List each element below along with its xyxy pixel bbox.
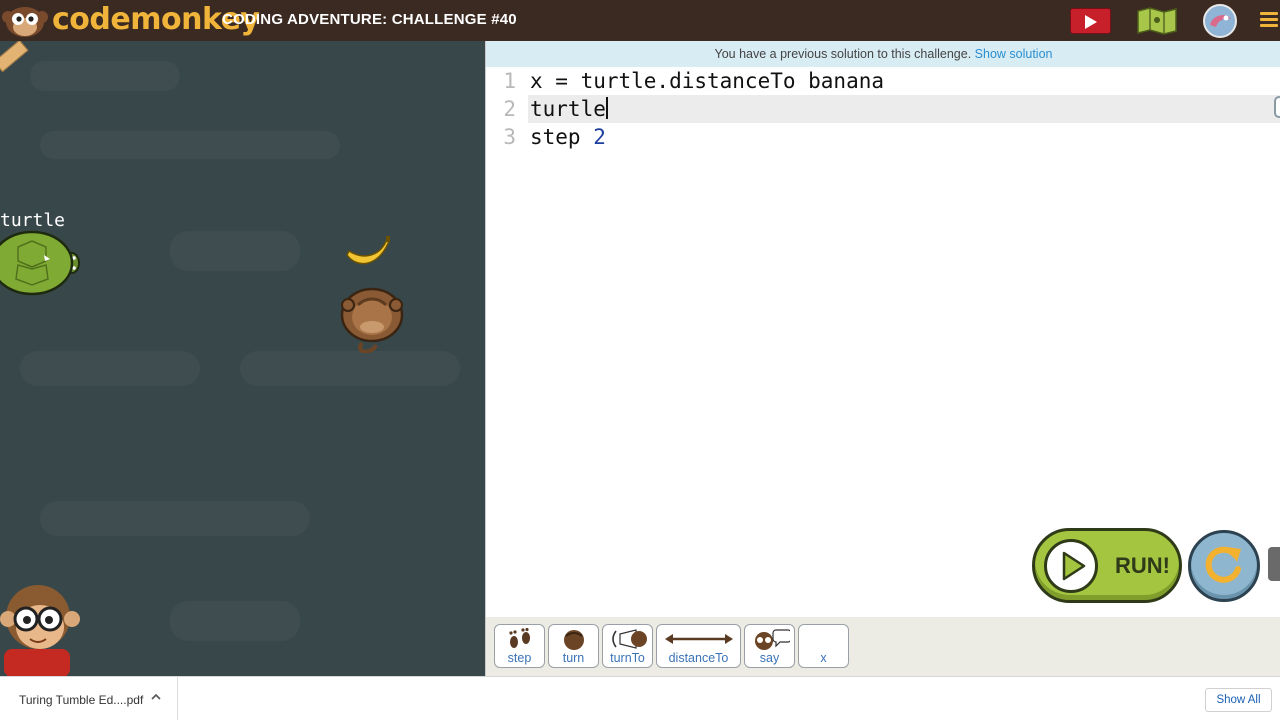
map-icon bbox=[1137, 7, 1177, 35]
editor-scroll-handle[interactable] bbox=[1274, 96, 1280, 118]
guide-character-icon bbox=[0, 585, 80, 676]
challenge-title: CODING ADVENTURE: CHALLENGE #40 bbox=[222, 11, 517, 28]
chevron-up-icon[interactable] bbox=[150, 691, 162, 703]
monkey-head-icon bbox=[563, 630, 584, 650]
video-button[interactable] bbox=[1070, 8, 1111, 34]
download-item[interactable]: Turing Tumble Ed....pdf bbox=[0, 677, 178, 720]
banana-icon bbox=[346, 236, 390, 265]
download-file-name: Turing Tumble Ed....pdf bbox=[19, 693, 144, 707]
code-editor[interactable]: You have a previous solution to this cha… bbox=[485, 41, 1280, 617]
menu-button[interactable] bbox=[1260, 9, 1280, 33]
notice-text: You have a previous solution to this cha… bbox=[714, 47, 975, 61]
code-text: x = turtle.distanceTo banana bbox=[530, 69, 885, 93]
code-text: step bbox=[530, 125, 594, 149]
command-label: turn bbox=[562, 651, 585, 665]
avatar-icon bbox=[1203, 4, 1237, 38]
downloads-bar: Turing Tumble Ed....pdf Show All bbox=[0, 676, 1280, 720]
youtube-play-icon bbox=[1085, 15, 1097, 29]
show-all-button[interactable]: Show All bbox=[1205, 688, 1272, 712]
monkey-logo-icon bbox=[2, 7, 48, 37]
command-turnto[interactable]: turnTo bbox=[602, 624, 653, 668]
code-text: turtle bbox=[530, 97, 606, 121]
reset-arrow-icon bbox=[1205, 546, 1241, 583]
top-bar: codemonkey CODING ADVENTURE: CHALLENGE #… bbox=[0, 0, 1280, 41]
ruler-icon bbox=[0, 41, 29, 73]
command-step[interactable]: step bbox=[494, 624, 545, 668]
line-number: 2 bbox=[503, 97, 516, 121]
monkey-icon bbox=[340, 287, 404, 353]
command-say[interactable]: say bbox=[744, 624, 795, 668]
previous-solution-notice: You have a previous solution to this cha… bbox=[486, 41, 1280, 67]
turtle-icon[interactable] bbox=[0, 225, 84, 301]
game-stage[interactable]: turtle bbox=[0, 41, 485, 676]
command-variable-x[interactable]: x bbox=[798, 624, 849, 668]
command-distanceto[interactable]: distanceTo bbox=[656, 624, 741, 668]
map-button[interactable] bbox=[1136, 7, 1178, 35]
number-literal: 2 bbox=[593, 125, 606, 149]
command-label: distanceTo bbox=[668, 651, 729, 665]
play-icon bbox=[1044, 539, 1098, 593]
code-line-3[interactable]: 3 step 2 bbox=[486, 123, 1280, 151]
command-palette: step turn turnTo distanceTo say x bbox=[485, 617, 1280, 676]
run-button[interactable]: RUN! bbox=[1032, 528, 1182, 603]
reset-button[interactable] bbox=[1188, 530, 1260, 602]
puzzle-piece-icon[interactable] bbox=[1268, 547, 1280, 581]
text-cursor bbox=[605, 97, 608, 119]
monkey-turn-icon bbox=[611, 629, 647, 649]
line-number: 3 bbox=[503, 125, 516, 149]
menu-icon bbox=[1260, 12, 1280, 27]
monkey-speech-icon bbox=[754, 629, 790, 650]
command-label: turnTo bbox=[610, 651, 645, 665]
distance-arrow-icon bbox=[664, 634, 733, 644]
command-label: x bbox=[820, 651, 827, 665]
user-avatar-button[interactable] bbox=[1202, 3, 1238, 39]
line-number: 1 bbox=[503, 69, 516, 93]
run-label: RUN! bbox=[1115, 553, 1170, 578]
command-label: say bbox=[759, 651, 780, 665]
show-solution-link[interactable]: Show solution bbox=[975, 47, 1053, 61]
code-line-1[interactable]: 1 x = turtle.distanceTo banana bbox=[486, 67, 1280, 95]
command-turn[interactable]: turn bbox=[548, 624, 599, 668]
footprints-icon bbox=[508, 628, 530, 648]
code-line-2-active[interactable]: 2 turtle bbox=[503, 95, 1280, 123]
command-label: step bbox=[507, 651, 532, 665]
